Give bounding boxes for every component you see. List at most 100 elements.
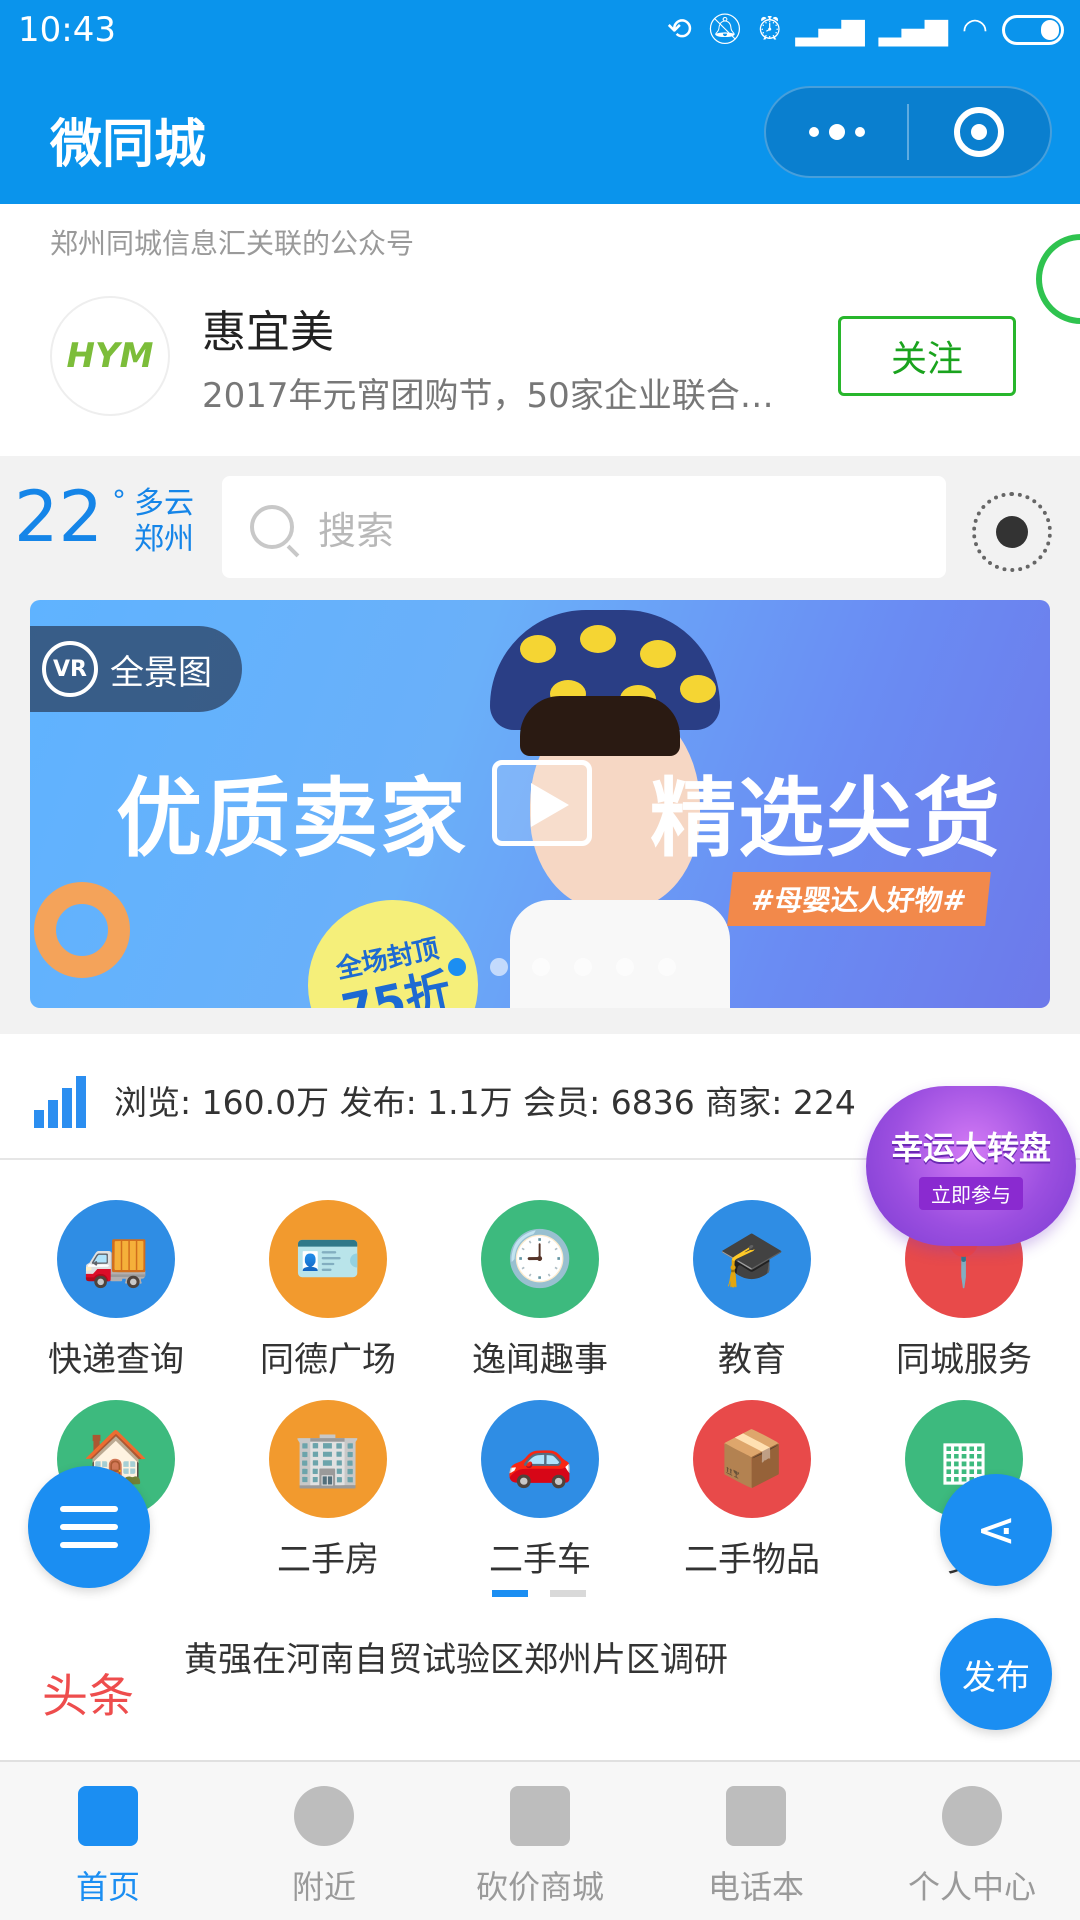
promo-banner[interactable]: 优质卖家 精选尖货 #母婴达人好物# 全场封顶 75折 VR 全景图 [30,600,1050,1008]
target-icon [954,107,1005,157]
more-dot-icon [808,127,819,137]
page-title: 微同城 [50,115,207,175]
lucky-wheel-title: 幸运大转盘 [890,1128,1051,1167]
publish-button[interactable]: 发布 [940,1618,1052,1730]
home-icon [78,1786,138,1846]
grid-page-indicator [492,1590,586,1597]
car-icon: 🚗 [481,1400,599,1518]
compass-icon [294,1786,354,1846]
search-input[interactable]: 搜索 [222,476,946,578]
account-logo-text: HYM [66,336,154,376]
shirt-shape [510,900,730,1008]
play-icon[interactable] [492,760,592,846]
grid-item[interactable]: 🚗 二手车 [432,1400,648,1581]
tab-item[interactable]: 首页 [0,1762,216,1920]
grid-item[interactable]: 🎓 教育 [644,1200,860,1381]
bar-shape [76,1076,86,1128]
qr-code-icon[interactable] [972,492,1052,572]
grid-item-label: 同城服务 [896,1340,1032,1380]
grid-item-label: 二手房 [277,1540,379,1580]
status-time: 10:43 [18,10,116,50]
battery-icon [1002,15,1064,45]
carousel-dot[interactable] [448,958,466,976]
carousel-dot[interactable] [574,958,592,976]
grid-item-label: 快递查询 [48,1340,184,1380]
menu-button[interactable] [28,1466,150,1588]
account-caption: 郑州同城信息汇关联的公众号 [50,227,415,260]
tab-item[interactable]: 个人中心 [864,1762,1080,1920]
more-button[interactable] [766,88,907,176]
box-icon: 📦 [693,1400,811,1518]
miniprogram-capsule [764,86,1052,178]
tab-item[interactable]: 附近 [216,1762,432,1920]
menu-line-icon [60,1542,118,1548]
carousel-dot[interactable] [490,958,508,976]
tab-item[interactable]: 砍价商城 [432,1762,648,1920]
banner-headline-right: 精选尖货 [650,769,1002,869]
carousel-dot[interactable] [616,958,634,976]
hair-shape [520,696,680,756]
account-logo: HYM [50,296,170,416]
share-button[interactable]: ⋖ [940,1474,1052,1586]
trend-chart-icon [34,1070,94,1128]
clock-icon: 🕘 [481,1200,599,1318]
follow-button[interactable]: 关注 [838,316,1016,396]
tab-label: 个人中心 [907,1868,1036,1906]
tab-item[interactable]: 电话本 [648,1762,864,1920]
decorative-donut [34,882,130,978]
tab-label: 电话本 [707,1868,804,1906]
status-icons: ⟲ 🔕︎ ⏰︎ ▂▄▆ ▂▄▆ ◠ [667,10,1064,50]
tab-label: 砍价商城 [475,1868,604,1906]
stats-text: 浏览: 160.0万 发布: 1.1万 会员: 6836 商家: 224 [114,1083,856,1122]
vr-panorama-button[interactable]: VR 全景图 [30,626,242,712]
carousel-dot[interactable] [532,958,550,976]
shopping-bag-icon [510,1786,570,1846]
app-header: 10:43 ⟲ 🔕︎ ⏰︎ ▂▄▆ ▂▄▆ ◠ 微同城 [0,0,1080,204]
bottom-tab-bar: 首页 附近 砍价商城 电话本 个人中心 [0,1760,1080,1920]
grid-item-label: 同德广场 [260,1340,396,1380]
carousel-dot[interactable] [658,958,676,976]
account-description: 2017年元宵团购节，50家企业联合举... [202,376,802,416]
bar-shape [48,1100,58,1128]
search-icon [250,505,294,549]
status-bar: 10:43 ⟲ 🔕︎ ⏰︎ ▂▄▆ ▂▄▆ ◠ [0,0,1080,60]
wifi-icon: ◠ [961,12,988,47]
vr-icon: VR [42,641,98,697]
grid-item[interactable]: 🪪 同德广场 [220,1200,436,1381]
graduation-cap-icon: 🎓 [693,1200,811,1318]
signal-icon: ▂▄▆ [795,12,865,47]
weather-condition: 多云 [134,486,194,521]
tab-label: 附近 [291,1868,356,1906]
close-miniprogram-button[interactable] [909,88,1050,176]
grid-item-label: 逸闻趣事 [472,1340,608,1380]
signal-2-icon: ▂▄▆ [878,12,948,47]
headline-tag: 头条 [42,1669,134,1723]
weather-city: 郑州 [134,522,194,557]
phonebook-icon [726,1786,786,1846]
search-placeholder: 搜索 [318,508,395,553]
headline-title[interactable]: 黄强在河南自贸试验区郑州片区调研 [184,1632,728,1681]
grid-item[interactable]: 🏢 二手房 [220,1400,436,1581]
grid-item[interactable]: 🕘 逸闻趣事 [432,1200,648,1381]
badge-icon: 🪪 [269,1200,387,1318]
lucky-wheel-badge[interactable]: 幸运大转盘 立即参与 [866,1086,1076,1246]
official-account-card[interactable]: 郑州同城信息汇关联的公众号 HYM 惠宜美 2017年元宵团购节，50家企业联合… [0,204,1080,456]
headline-news[interactable]: 头条 黄强在河南自贸试验区郑州片区调研 [0,1600,1080,1760]
grid-item-label: 二手物品 [684,1540,820,1580]
alarm-icon: ⏰︎ [757,12,782,47]
grid-page-dot [492,1590,528,1597]
wechat-ring-icon [1036,234,1080,324]
carousel-indicator [448,958,676,976]
user-icon [942,1786,1002,1846]
more-dot-icon [854,127,865,137]
link-icon: ⟲ [666,12,692,47]
weather-info: 多云 郑州 [134,486,194,558]
mute-icon: 🔕︎ [705,12,744,47]
banner-headline-left: 优质卖家 [116,769,468,869]
truck-icon: 🚚 [57,1200,175,1318]
account-name: 惠宜美 [202,307,334,358]
grid-item[interactable]: 📦 二手物品 [644,1400,860,1581]
grid-item[interactable]: 🚚 快递查询 [8,1200,224,1381]
weather-search-bar: 22 ° 多云 郑州 搜索 [0,456,1080,578]
banner-promo-tag: #母婴达人好物# [727,872,991,926]
